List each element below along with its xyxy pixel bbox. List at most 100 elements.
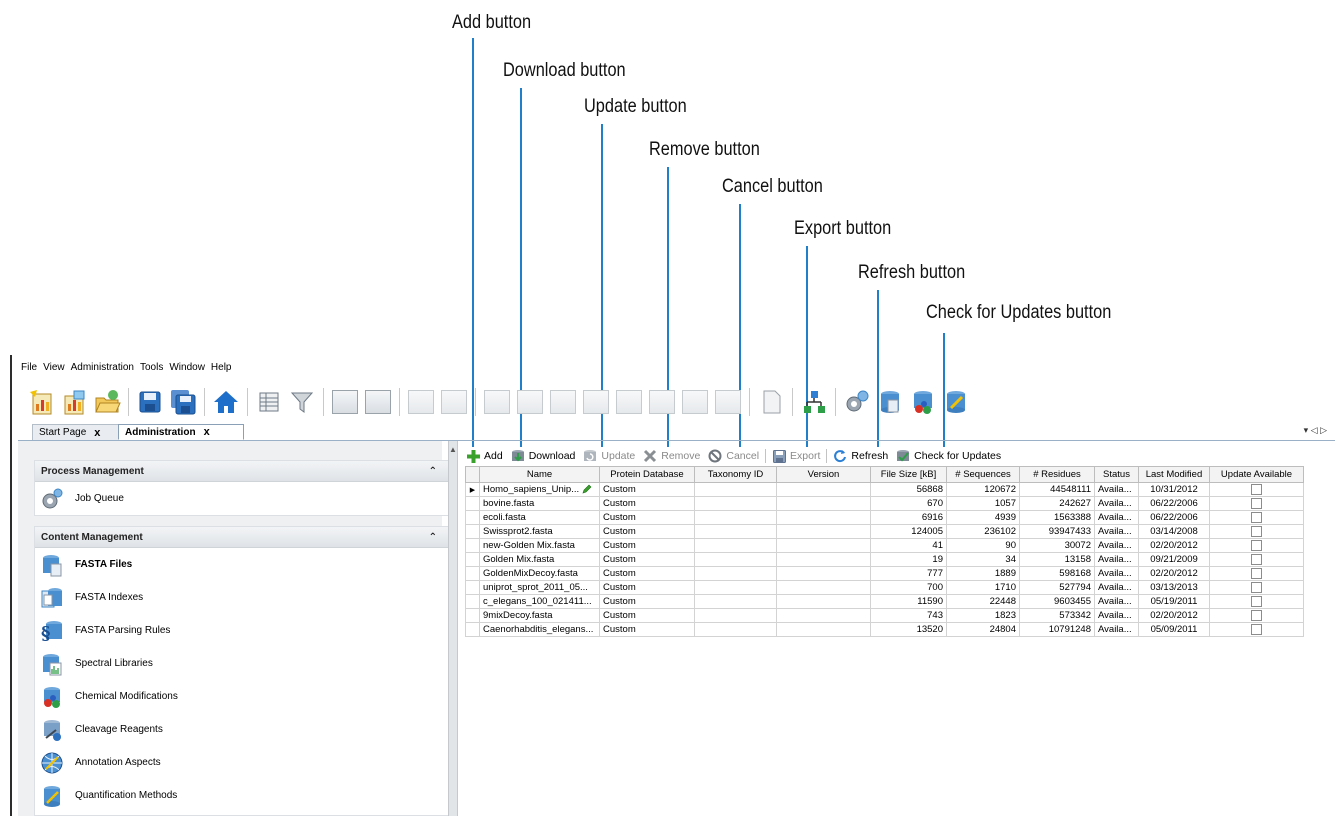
scroll-up-icon[interactable]: ▲ [449, 445, 457, 454]
table-cell[interactable]: Custom [599, 580, 695, 595]
export-button[interactable]: Export [768, 449, 824, 463]
table-cell[interactable]: Caenorhabditis_elegans... [479, 622, 600, 637]
table-cell[interactable]: 4939 [946, 510, 1020, 525]
row-selector[interactable] [465, 524, 480, 539]
update-available-checkbox[interactable] [1251, 609, 1262, 621]
table-cell[interactable] [776, 566, 871, 581]
table-cell[interactable]: 10/31/2012 [1138, 482, 1210, 497]
menu-view[interactable]: View [40, 362, 68, 378]
table-cell[interactable]: 6916 [870, 510, 947, 525]
table-cell[interactable]: 573342 [1019, 608, 1095, 623]
remove-button[interactable]: Remove [639, 449, 704, 463]
report-icon[interactable] [26, 387, 56, 417]
table-cell[interactable]: Custom [599, 594, 695, 609]
table-cell[interactable]: 44548111 [1019, 482, 1095, 497]
table-cell[interactable]: 09/21/2009 [1138, 552, 1210, 567]
row-selector[interactable] [465, 552, 480, 567]
table-cell[interactable] [776, 608, 871, 623]
table-cell[interactable]: c_elegans_100_021411... [479, 594, 600, 609]
table-cell[interactable]: 9603455 [1019, 594, 1095, 609]
workflow-icon[interactable] [363, 387, 393, 417]
grid-view-icon[interactable] [406, 387, 436, 417]
table-cell[interactable]: 56868 [870, 482, 947, 497]
collapse-icon[interactable]: ⌃ [429, 532, 437, 543]
menu-window[interactable]: Window [166, 362, 208, 378]
layout-icon[interactable] [581, 387, 611, 417]
update-available-checkbox[interactable] [1251, 567, 1262, 579]
table-cell[interactable]: 700 [870, 580, 947, 595]
cancel-button[interactable]: Cancel [704, 449, 763, 463]
table-cell[interactable]: GoldenMixDecoy.fasta [479, 566, 600, 581]
alignment-icon[interactable] [647, 387, 677, 417]
column-header[interactable]: Taxonomy ID [694, 466, 777, 483]
document-icon[interactable] [756, 387, 786, 417]
nav-item-job-queue[interactable]: Job Queue [35, 482, 449, 515]
report-open-icon[interactable] [59, 387, 89, 417]
table-cell[interactable]: 670 [870, 496, 947, 511]
tab-start-page-close-icon[interactable]: x [94, 427, 100, 439]
table-cell[interactable] [694, 482, 777, 497]
table-cell[interactable]: 1823 [946, 608, 1020, 623]
table-row[interactable]: new-Golden Mix.fasta Custom 41 90 30072 Avail… [465, 538, 1304, 553]
column-header[interactable]: Status [1094, 466, 1139, 483]
table-cell[interactable] [694, 524, 777, 539]
table-cell[interactable] [776, 594, 871, 609]
table-cell[interactable]: bovine.fasta [479, 496, 600, 511]
table-cell[interactable]: 1889 [946, 566, 1020, 581]
table-cell[interactable] [694, 552, 777, 567]
table-cell[interactable]: 777 [870, 566, 947, 581]
row-selector[interactable] [465, 622, 480, 637]
column-header[interactable]: File Size [kB] [870, 466, 947, 483]
table-cell[interactable]: 90 [946, 538, 1020, 553]
quant-chart-icon[interactable] [680, 387, 710, 417]
nav-item-fasta-indexes[interactable]: FASTA Indexes [35, 581, 449, 614]
update-available-checkbox[interactable] [1251, 539, 1262, 551]
table-cell[interactable]: 124005 [870, 524, 947, 539]
table-cell[interactable]: Homo_sapiens_Unip... [479, 482, 600, 497]
save-icon[interactable] [135, 387, 165, 417]
collapse-icon[interactable]: ⌃ [429, 466, 437, 477]
table-cell[interactable]: Custom [599, 538, 695, 553]
column-header[interactable]: # Sequences [946, 466, 1020, 483]
chemistry-icon[interactable] [908, 387, 938, 417]
table-cell[interactable]: Availa... [1094, 622, 1139, 637]
download-button[interactable]: Download [507, 449, 580, 463]
table-cell[interactable] [776, 524, 871, 539]
row-selector[interactable] [465, 580, 480, 595]
table-cell[interactable]: Custom [599, 482, 695, 497]
table-cell[interactable]: 93947433 [1019, 524, 1095, 539]
update-available-checkbox[interactable] [1251, 511, 1262, 523]
save-all-icon[interactable] [168, 387, 198, 417]
add-button[interactable]: Add [462, 449, 507, 463]
table-cell[interactable]: 9mixDecoy.fasta [479, 608, 600, 623]
home-icon[interactable] [211, 387, 241, 417]
column-header[interactable]: Version [776, 466, 871, 483]
column-header[interactable]: Protein Database [599, 466, 695, 483]
table-cell[interactable] [776, 510, 871, 525]
table-cell[interactable]: new-Golden Mix.fasta [479, 538, 600, 553]
table-cell[interactable]: 598168 [1019, 566, 1095, 581]
table-cell[interactable] [776, 580, 871, 595]
table-cell[interactable] [776, 552, 871, 567]
table-cell[interactable]: Availa... [1094, 580, 1139, 595]
table-cell[interactable]: Availa... [1094, 566, 1139, 581]
table-cell[interactable]: Availa... [1094, 552, 1139, 567]
panel-splitter[interactable] [448, 441, 458, 816]
table-cell[interactable]: Custom [599, 552, 695, 567]
nav-item-quantification-methods[interactable]: Quantification Methods [35, 779, 449, 812]
table-row[interactable]: c_elegans_100_021411... Custom 11590 22448 9… [465, 594, 1304, 609]
table-cell[interactable]: 41 [870, 538, 947, 553]
check-for-updates-button[interactable]: Check for Updates [892, 449, 1005, 463]
table-cell[interactable] [694, 510, 777, 525]
tree-icon[interactable] [799, 387, 829, 417]
table-row[interactable]: ▶ Homo_sapiens_Unip... Custom 56868 120672 44… [465, 482, 1304, 497]
row-selector[interactable] [465, 566, 480, 581]
row-selector[interactable] [465, 510, 480, 525]
table-cell[interactable] [694, 594, 777, 609]
table-cell[interactable]: 527794 [1019, 580, 1095, 595]
tab-start-page[interactable]: Start Page x [32, 424, 124, 440]
table-row[interactable]: Swissprot2.fasta Custom 124005 236102 939474… [465, 524, 1304, 539]
column-header[interactable]: Update Available [1209, 466, 1304, 483]
table-cell[interactable] [694, 622, 777, 637]
table-cell[interactable]: 05/09/2011 [1138, 622, 1210, 637]
